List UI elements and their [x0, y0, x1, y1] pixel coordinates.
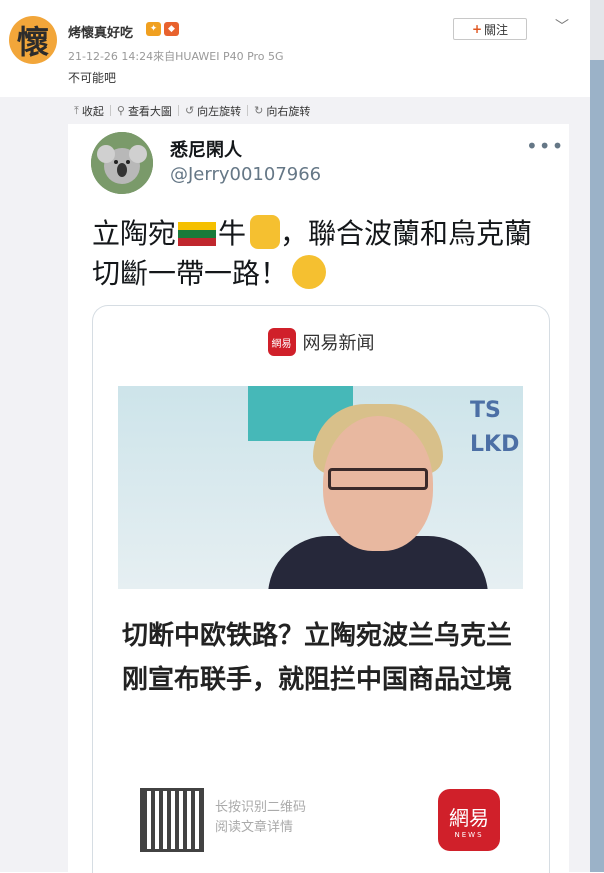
news-logo-sub: NEWS — [454, 830, 484, 839]
tweet-text-part2: 牛 — [218, 217, 247, 250]
tweet-author-name: 悉尼閑人 — [170, 140, 242, 161]
more-icon: ••• — [526, 134, 565, 158]
view-large-label: 查看大圖 — [127, 104, 172, 118]
rotate-left-label: 向左旋转 — [197, 104, 242, 118]
page-scroll-strip — [590, 0, 604, 872]
rotate-right-icon: ↻ — [254, 104, 264, 117]
rotate-right-label: 向右旋转 — [266, 104, 311, 118]
username[interactable]: 烤懷真好吃 — [68, 22, 133, 41]
follow-label: 關注 — [484, 22, 509, 37]
collapse-icon: ⤒ — [74, 103, 79, 117]
rotate-right-button[interactable]: ↻ 向右旋转 — [248, 103, 316, 119]
news-logo-text: 網易 — [449, 805, 489, 830]
news-headline: 切断中欧铁路？立陶宛波兰乌克兰刚宣布联手，就阻拦中国商品过境 — [122, 621, 513, 695]
tweet-text: 立陶宛牛，聯合波蘭和烏克蘭切斷一帶一路！ — [92, 214, 552, 294]
thumbs-up-icon — [250, 215, 281, 249]
fan-badge-icon[interactable]: ◆ — [164, 22, 179, 36]
news-source-name: 网易新闻 — [302, 333, 375, 354]
collapse-label: 收起 — [81, 104, 104, 118]
news-source: 網易 网易新闻 — [93, 328, 549, 356]
rotate-left-button[interactable]: ↺ 向左旋转 — [179, 103, 247, 119]
view-large-button[interactable]: ⚲ 查看大圖 — [111, 103, 178, 119]
lithuania-flag-icon — [178, 222, 217, 246]
news-photo: TS LKD — [118, 386, 523, 589]
qr-caption: 长按识别二维码 阅读文章详情 — [215, 798, 306, 838]
glasses-icon — [328, 468, 428, 490]
tweet-author-handle: @Jerry00107966 — [170, 164, 322, 185]
post-text: 不可能吧 — [68, 71, 117, 85]
party-logo: TS LKD — [470, 398, 520, 457]
qr-code-icon — [140, 788, 204, 852]
search-icon: ⚲ — [116, 104, 125, 117]
news-card: 網易 网易新闻 TS LKD 切断中欧铁路？立陶宛波兰乌克兰刚宣布联手，就阻拦中国… — [92, 305, 550, 873]
netease-news-logo-icon: 網易 NEWS — [438, 789, 500, 851]
koala-icon — [91, 132, 153, 194]
collapse-button[interactable]: ⤒ 收起 — [68, 103, 110, 119]
avatar-glyph: 懷 — [16, 23, 49, 61]
post-meta: 21-12-26 14:24來自HUAWEI P40 Pro 5G — [68, 50, 284, 63]
chevron-down-icon[interactable]: ﹀ — [555, 16, 569, 36]
koala-avatar — [91, 132, 153, 194]
laughing-face-icon — [292, 255, 327, 289]
rotate-left-icon: ↺ — [184, 104, 195, 117]
qr-caption-line1: 长按识别二维码 — [215, 800, 307, 815]
follow-button[interactable]: + 關注 — [453, 18, 527, 40]
user-avatar[interactable]: 懷 — [9, 16, 57, 64]
qr-caption-line2: 阅读文章详情 — [215, 820, 294, 835]
tweet-text-part1: 立陶宛 — [92, 217, 177, 250]
image-toolbar: ⤒ 收起 ⚲ 查看大圖 ↺ 向左旋转 ↻ 向右旋转 — [0, 97, 590, 124]
vip-badge-icon[interactable]: ✦ — [146, 22, 161, 36]
plus-icon: + — [471, 22, 483, 36]
embedded-image[interactable]: 悉尼閑人 @Jerry00107966 ••• 立陶宛牛，聯合波蘭和烏克蘭切斷一… — [68, 124, 569, 873]
side-image-strip — [590, 60, 604, 872]
netease-logo-icon: 網易 — [267, 328, 296, 356]
user-badges: ✦ ◆ — [146, 22, 179, 36]
